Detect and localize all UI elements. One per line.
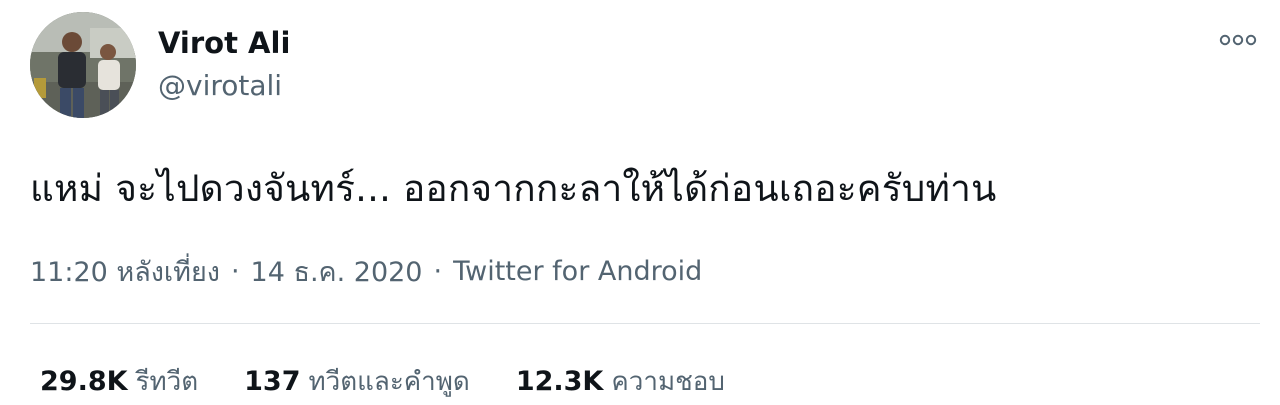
avatar-image [30,12,136,118]
quote-tweets-stat[interactable]: 137 ทวีตและคำพูด [244,361,470,402]
tweet-date[interactable]: 14 ธ.ค. 2020 [251,250,423,293]
user-handle[interactable]: @virotali [158,67,282,105]
likes-label: ความชอบ [611,366,725,397]
more-options-button[interactable] [1216,28,1260,52]
quote-tweets-count: 137 [244,365,301,397]
tweet-metadata: 11:20 หลังเที่ยง · 14 ธ.ค. 2020 · Twitte… [30,250,702,292]
tweet-time[interactable]: 11:20 หลังเที่ยง [30,250,220,293]
meta-separator: · [230,255,240,287]
retweets-label: รีทวีต [135,366,199,397]
tweet-text: แหม่ จะไปดวงจันทร์... ออกจากกะลาให้ได้ก่… [30,167,997,210]
meta-separator: · [433,255,443,287]
retweets-count: 29.8K [40,365,128,397]
quote-tweets-label: ทวีตและคำพูด [308,366,470,397]
engagement-stats: 29.8K รีทวีต 137 ทวีตและคำพูด 12.3K ความ… [40,360,771,402]
tweet-source[interactable]: Twitter for Android [453,256,702,287]
likes-count: 12.3K [515,365,604,397]
display-name[interactable]: Virot Ali [158,24,290,62]
more-options-icon [1219,34,1257,46]
retweets-stat[interactable]: 29.8K รีทวีต [40,361,198,402]
avatar[interactable] [30,12,136,118]
likes-stat[interactable]: 12.3K ความชอบ [516,361,725,402]
tweet-card: Virot Ali @virotali แหม่ จะไปดวงจันทร์..… [0,0,1280,405]
divider [30,323,1260,324]
